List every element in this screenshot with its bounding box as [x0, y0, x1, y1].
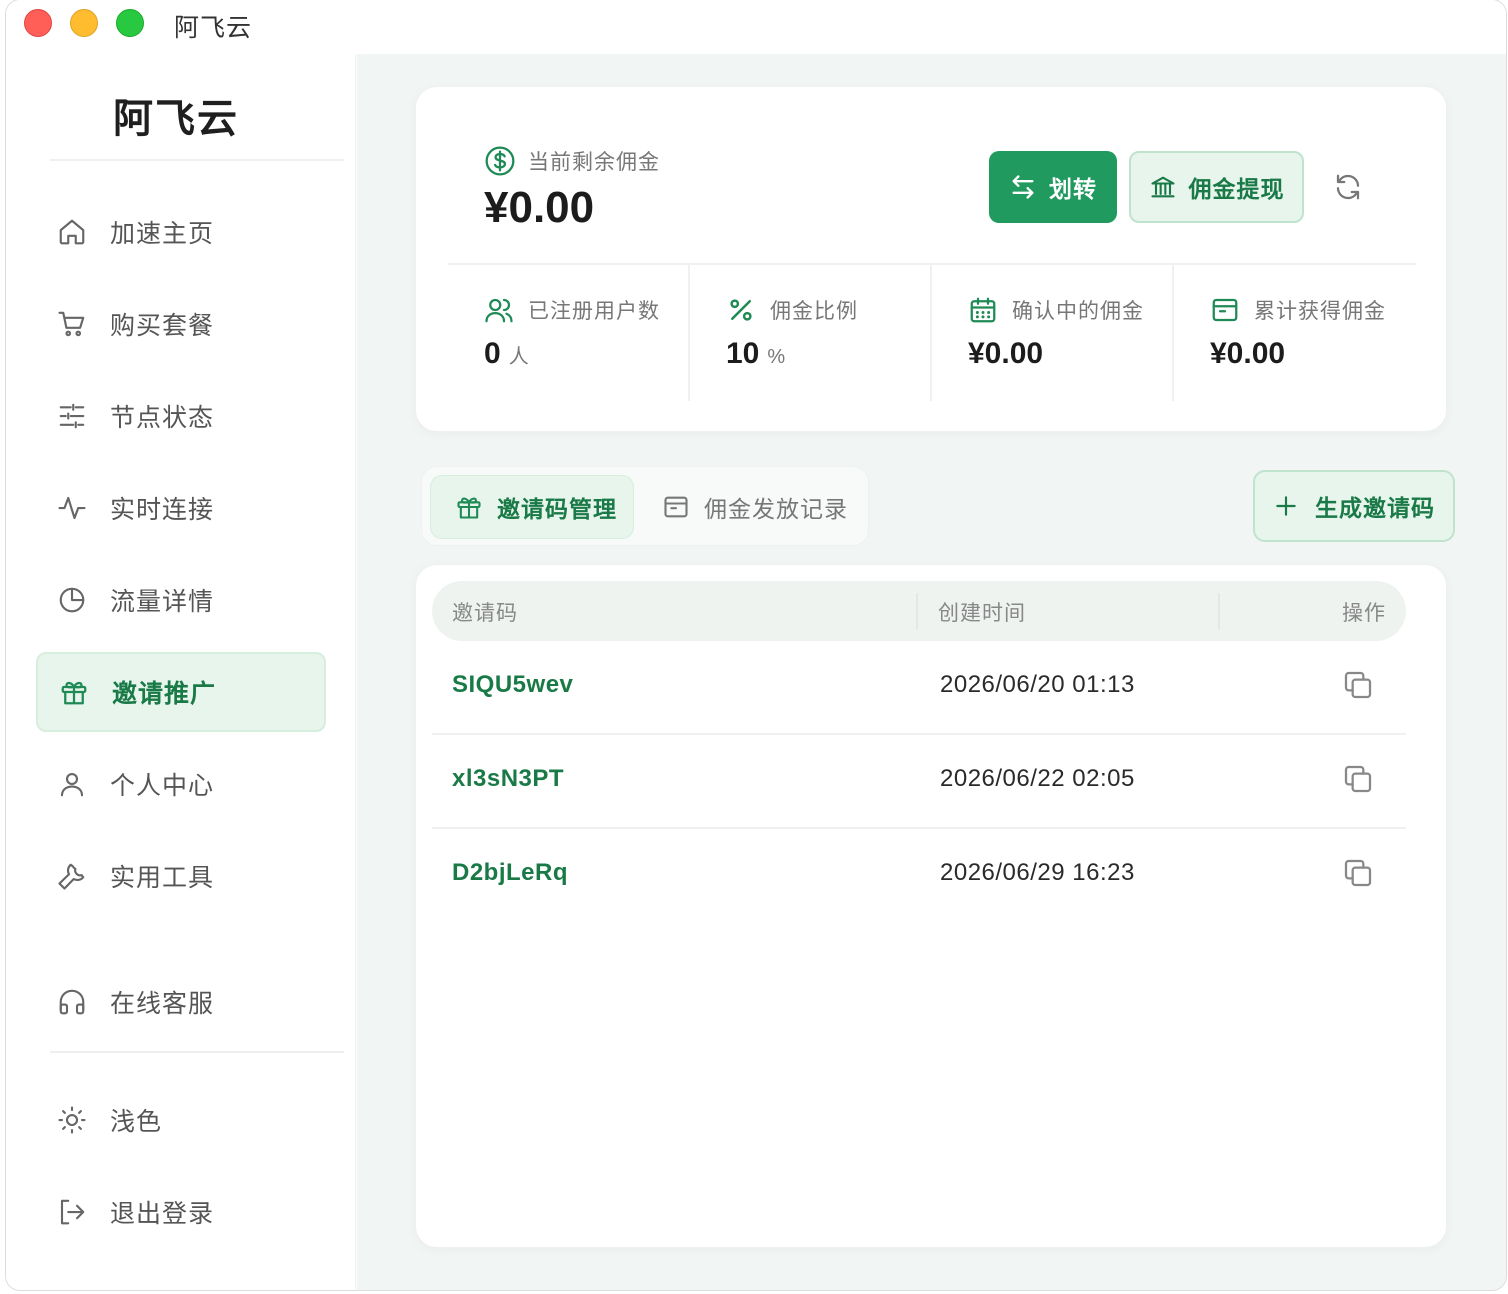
sidebar-item-label: 节点状态 — [110, 404, 215, 432]
wrench-icon — [56, 860, 88, 892]
pie-chart-icon — [56, 584, 88, 616]
generate-invite-code-button[interactable]: 生成邀请码 — [1253, 470, 1455, 542]
swap-icon — [1009, 173, 1037, 201]
table-row: D2bjLeRq 2026/06/29 16:23 — [432, 829, 1406, 923]
sidebar-item-tools[interactable]: 实用工具 — [36, 836, 326, 916]
stat-value: ¥0.00 — [1210, 337, 1286, 370]
sidebar-item-home[interactable]: 加速主页 — [36, 192, 326, 272]
sidebar-item-label: 实时连接 — [110, 496, 215, 524]
headphones-icon — [56, 986, 88, 1018]
calendar-icon — [968, 295, 998, 325]
table-row: SIQU5wev 2026/06/20 01:13 — [432, 641, 1406, 735]
copy-icon — [1342, 763, 1374, 795]
created-time: 2026/06/29 16:23 — [940, 859, 1135, 886]
column-header-created: 创建时间 — [938, 602, 1026, 625]
refresh-button[interactable] — [1328, 167, 1368, 207]
refresh-icon — [1333, 172, 1363, 202]
tab-bar: 邀请码管理 佣金发放记录 — [421, 466, 869, 546]
invite-code: D2bjLeRq — [452, 859, 569, 886]
sidebar-item-label: 邀请推广 — [112, 680, 217, 708]
stat-value: 0 — [484, 337, 501, 370]
table-header: 邀请码 创建时间 操作 — [432, 581, 1406, 641]
sidebar-item-buy-plan[interactable]: 购买套餐 — [36, 284, 326, 364]
created-time: 2026/06/20 01:13 — [940, 671, 1135, 698]
logout-button[interactable]: 退出登录 — [36, 1172, 326, 1252]
sidebar-item-label: 加速主页 — [110, 220, 215, 248]
sidebar-item-node-status[interactable]: 节点状态 — [36, 376, 326, 456]
sidebar-item-label: 个人中心 — [110, 772, 215, 800]
stat-unit: 人 — [508, 346, 529, 368]
sidebar-item-label: 在线客服 — [110, 990, 215, 1018]
theme-toggle[interactable]: 浅色 — [36, 1080, 326, 1160]
stat-value: ¥0.00 — [968, 337, 1044, 370]
sliders-icon — [56, 400, 88, 432]
stat-value: 10 — [726, 337, 760, 370]
stat-pending-commission: 确认中的佣金 ¥0.00 — [932, 265, 1174, 401]
sidebar-divider — [50, 1051, 344, 1053]
sidebar-item-realtime[interactable]: 实时连接 — [36, 468, 326, 548]
wallet-icon — [662, 493, 690, 521]
minimize-window-button[interactable] — [70, 9, 98, 37]
copy-code-button[interactable] — [1340, 667, 1376, 703]
stat-commission-rate: 佣金比例 10% — [690, 265, 932, 401]
activity-icon — [56, 492, 88, 524]
app-window: 阿飞云 阿飞云 加速主页 购买套餐 节点状态 实时连接 流量详情 邀请推广 个人… — [6, 0, 1506, 1290]
invite-code: SIQU5wev — [452, 671, 574, 698]
copy-icon — [1342, 669, 1374, 701]
stat-registered-users: 已注册用户数 0人 — [448, 265, 690, 401]
stat-unit: % — [767, 346, 786, 368]
brand-title: 阿飞云 — [113, 97, 239, 141]
sidebar-item-label: 购买套餐 — [110, 312, 215, 340]
title-bar: 阿飞云 — [6, 0, 1506, 54]
sidebar-item-profile[interactable]: 个人中心 — [36, 744, 326, 824]
sidebar-item-traffic[interactable]: 流量详情 — [36, 560, 326, 640]
sun-icon — [56, 1104, 88, 1136]
balance-value: ¥0.00 — [484, 183, 595, 232]
column-separator — [1218, 593, 1220, 629]
logout-label: 退出登录 — [110, 1200, 215, 1228]
column-separator — [916, 593, 918, 629]
percent-icon — [726, 295, 756, 325]
transfer-button[interactable]: 划转 — [989, 151, 1117, 223]
bank-icon — [1149, 173, 1177, 201]
copy-code-button[interactable] — [1340, 855, 1376, 891]
home-icon — [56, 216, 88, 248]
balance-label: 当前剩余佣金 — [484, 145, 660, 177]
commission-card: 当前剩余佣金 ¥0.00 划转 佣金提现 已注册用户数 0 人 佣金比例 10 … — [415, 86, 1447, 432]
sidebar-item-label: 流量详情 — [110, 588, 215, 616]
main-content: 当前剩余佣金 ¥0.00 划转 佣金提现 已注册用户数 0 人 佣金比例 10 … — [357, 54, 1506, 1290]
wallet-icon — [1210, 295, 1240, 325]
users-icon — [484, 295, 514, 325]
sidebar-item-support[interactable]: 在线客服 — [36, 962, 326, 1042]
stat-total-commission: 累计获得佣金 ¥0.00 — [1174, 265, 1416, 401]
copy-code-button[interactable] — [1340, 761, 1376, 797]
invite-code: xl3sN3PT — [452, 765, 565, 792]
user-icon — [56, 768, 88, 800]
sidebar-item-invite[interactable]: 邀请推广 — [36, 652, 326, 732]
created-time: 2026/06/22 02:05 — [940, 765, 1135, 792]
withdraw-button[interactable]: 佣金提现 — [1129, 151, 1304, 223]
sidebar-divider — [50, 159, 344, 161]
maximize-window-button[interactable] — [116, 9, 144, 37]
plus-icon — [1273, 493, 1299, 519]
close-window-button[interactable] — [24, 9, 52, 37]
column-header-code: 邀请码 — [452, 602, 518, 625]
tab-payout-records[interactable]: 佣金发放记录 — [638, 475, 862, 539]
theme-label: 浅色 — [110, 1108, 163, 1136]
tab-invite-codes[interactable]: 邀请码管理 — [430, 475, 634, 539]
column-header-actions: 操作 — [1342, 602, 1386, 625]
table-row: xl3sN3PT 2026/06/22 02:05 — [432, 735, 1406, 829]
dollar-icon — [484, 145, 516, 177]
sidebar: 阿飞云 加速主页 购买套餐 节点状态 实时连接 流量详情 邀请推广 个人中心 实… — [6, 54, 356, 1290]
logout-icon — [56, 1196, 88, 1228]
sidebar-item-label: 实用工具 — [110, 864, 215, 892]
gift-icon — [58, 676, 90, 708]
copy-icon — [1342, 857, 1374, 889]
window-title: 阿飞云 — [174, 14, 253, 42]
invite-codes-table: 邀请码 创建时间 操作 SIQU5wev 2026/06/20 01:13 xl… — [415, 564, 1447, 1248]
cart-icon — [56, 308, 88, 340]
gift-icon — [455, 493, 483, 521]
